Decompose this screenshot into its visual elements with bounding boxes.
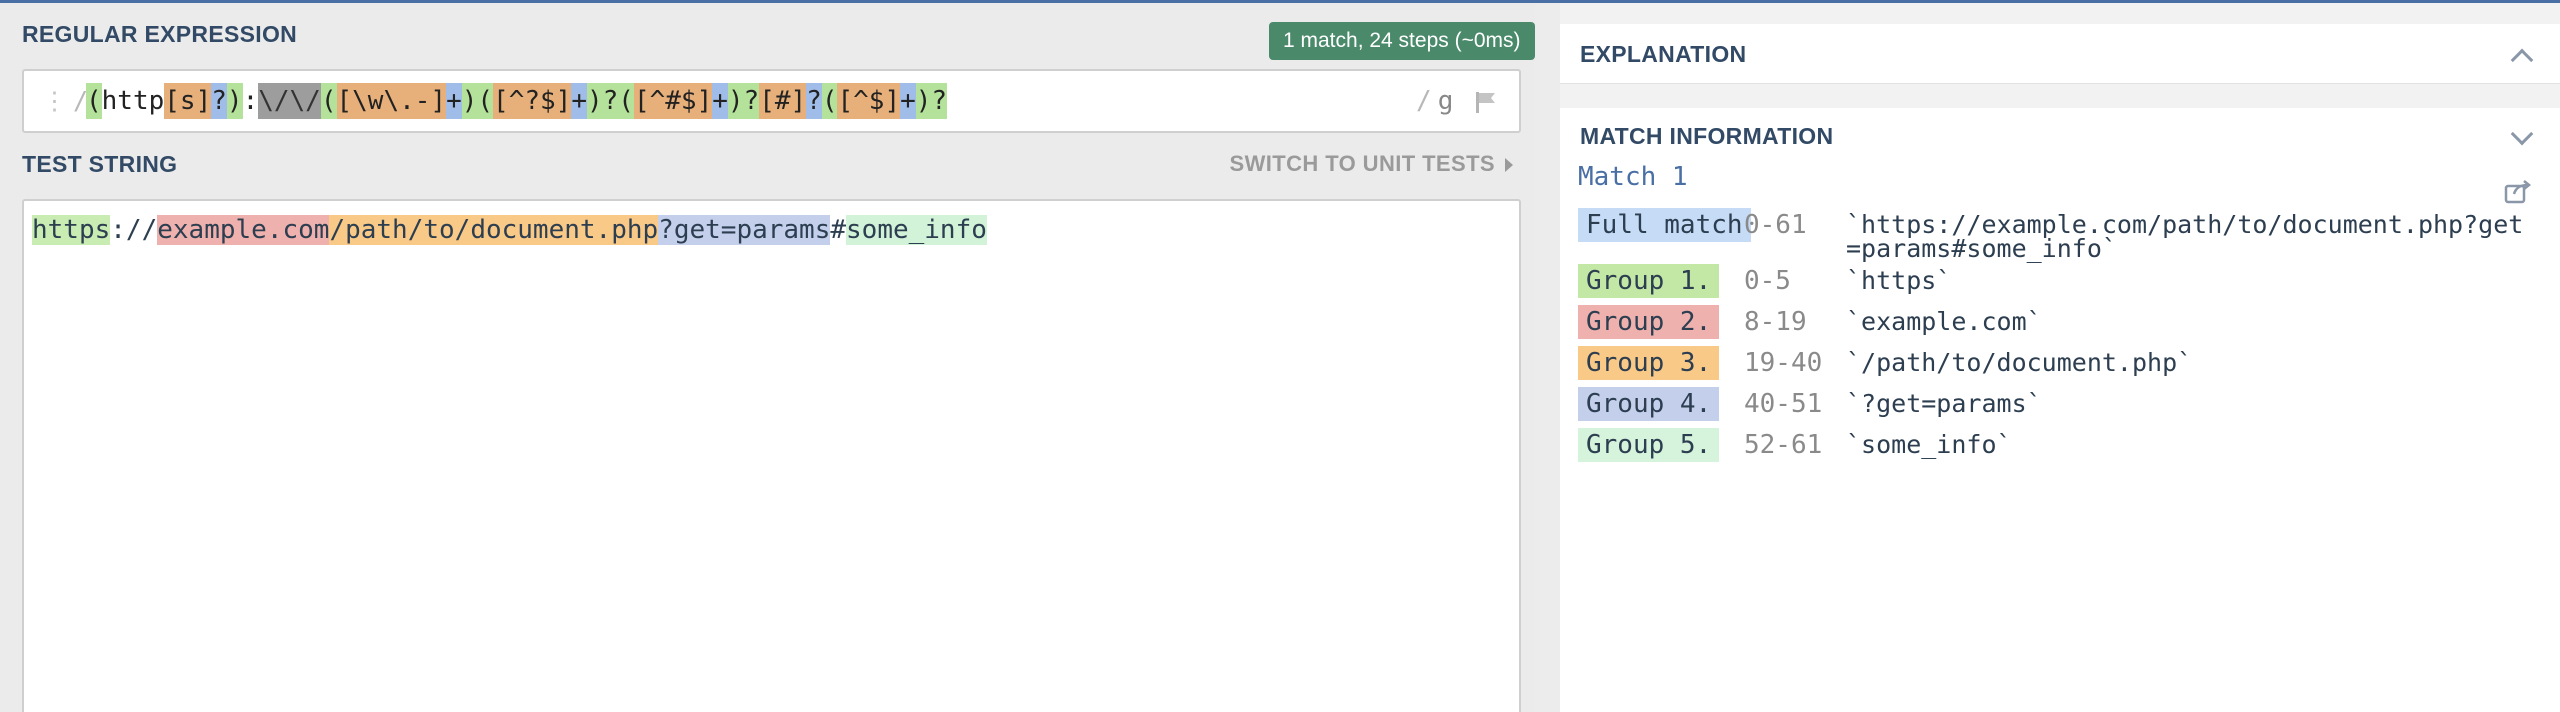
group-value: `https://example.com/path/to/document.ph… [1846, 210, 2524, 263]
regex-token: )?( [586, 83, 634, 119]
match-group-row: Group 4. 40-51 `?get=params` [1578, 383, 2538, 424]
group-value: `/path/to/document.php` [1846, 348, 2193, 377]
regex-token: ( [320, 83, 337, 119]
switch-to-unit-tests-link[interactable]: SWITCH TO UNIT TESTS [1230, 151, 1513, 177]
explanation-header[interactable]: EXPLANATION [1560, 24, 2560, 84]
regex-delimiter-start: ⋮ / [42, 71, 88, 131]
test-string-segment: ?get=params [658, 215, 831, 245]
switch-label: SWITCH TO UNIT TESTS [1229, 151, 1495, 176]
regex-pattern[interactable]: (http[s]?):\/\/([\w\.-]+)([^?$]+)?([^#$]… [86, 71, 948, 131]
match-group-row: Group 3. 19-40 `/path/to/document.php` [1578, 342, 2538, 383]
regex-token: http [101, 86, 165, 116]
match-group-row: Full match 0-61 `https://example.com/path/… [1578, 204, 2538, 263]
regex-token: ? [211, 83, 227, 119]
match-group-list: Full match 0-61 `https://example.com/path/… [1578, 204, 2538, 465]
test-string-segment: :// [110, 215, 158, 245]
regex-flags[interactable]: g [1438, 86, 1454, 116]
regex-token: [\w\.-] [336, 83, 447, 119]
group-value: `example.com` [1846, 307, 2042, 336]
flag-icon[interactable] [1473, 89, 1499, 115]
caret-right-icon [1505, 158, 1513, 173]
group-range: 19-40 [1744, 348, 1823, 378]
explanation-title: EXPLANATION [1580, 41, 1747, 67]
test-string-title: TEST STRING [22, 151, 178, 177]
group-range: 8-19 [1744, 307, 1807, 337]
match-information-panel: MATCH INFORMATION Match 1 Full match 0-61… [1560, 108, 2560, 712]
share-icon[interactable] [2504, 178, 2532, 204]
group-label: Group 2. [1578, 305, 1720, 339]
test-string-segment: /path/to/document.php [329, 215, 659, 245]
regex-token: [s] [164, 83, 212, 119]
match-information-title: MATCH INFORMATION [1580, 123, 1834, 149]
regex-delimiter-end: / g [1416, 71, 1499, 131]
regex-token: [^?$] [493, 83, 572, 119]
group-value: `some_info` [1846, 430, 2012, 459]
test-string-segment: https [32, 215, 111, 245]
group-label: Group 5. [1578, 428, 1720, 462]
group-value: `https` [1846, 266, 1952, 295]
regex-token: \/\/ [258, 83, 321, 119]
group-range: 0-61 [1744, 210, 1807, 240]
regex-token: )( [461, 83, 494, 119]
regex-token: ( [86, 83, 102, 119]
test-string-text[interactable]: https://example.com/path/to/document.php… [32, 211, 987, 249]
match-number-label: Match 1 [1578, 162, 1688, 192]
regex-token: + [571, 83, 587, 119]
editor-pane: REGULAR EXPRESSION 1 match, 24 steps (~0… [0, 3, 1535, 712]
group-range: 0-5 [1744, 266, 1791, 296]
regex-token: + [446, 83, 462, 119]
chevron-down-icon[interactable] [2510, 122, 2534, 146]
regex-token: [^#$] [633, 83, 713, 119]
regex-token: + [712, 83, 728, 119]
group-label: Group 4. [1578, 387, 1720, 421]
sidebar-pane: EXPLANATION MATCH INFORMATION Match 1 Fu… [1560, 3, 2560, 712]
group-label: Full match [1578, 208, 1751, 242]
regex-token: ( [821, 83, 838, 119]
regex-token: ) [226, 83, 243, 119]
regex-token: + [900, 83, 916, 119]
chevron-up-icon[interactable] [2510, 48, 2534, 72]
test-string-segment: # [830, 215, 847, 245]
regex-token: [^$] [837, 83, 901, 119]
grip-icon[interactable]: ⋮ [42, 86, 67, 115]
match-status-badge: 1 match, 24 steps (~0ms) [1269, 22, 1535, 60]
match-group-row: Group 1. 0-5 `https` [1578, 260, 2538, 301]
group-range: 52-61 [1744, 430, 1823, 460]
match-group-row: Group 2. 8-19 `example.com` [1578, 301, 2538, 342]
regex-input[interactable]: ⋮ / (http[s]?):\/\/([\w\.-]+)([^?$]+)?([^… [22, 69, 1521, 133]
test-string-segment: some_info [846, 215, 987, 245]
regex-close-slash: / [1416, 86, 1432, 116]
match-group-row: Group 5. 52-61 `some_info` [1578, 424, 2538, 465]
regex-token: )? [915, 83, 948, 119]
regex-token: : [242, 86, 259, 116]
test-string-segment: example.com [157, 215, 330, 245]
regex-token: )? [727, 83, 760, 119]
group-label: Group 1. [1578, 264, 1720, 298]
regex-section-title: REGULAR EXPRESSION [22, 21, 298, 47]
regex-token: ? [806, 83, 822, 119]
group-value: `?get=params` [1846, 389, 2042, 418]
regex-token: [#] [759, 83, 807, 119]
group-range: 40-51 [1744, 389, 1823, 419]
test-string-input[interactable]: https://example.com/path/to/document.php… [22, 199, 1521, 712]
group-label: Group 3. [1578, 346, 1720, 380]
